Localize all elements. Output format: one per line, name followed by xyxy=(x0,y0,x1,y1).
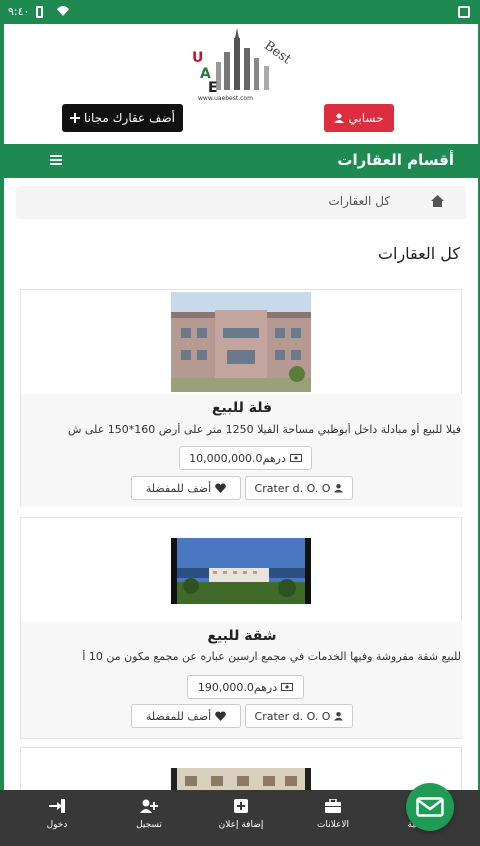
listing-card[interactable]: شقة للبيع للبيع شقة مفروشة وفيها الخدمات… xyxy=(20,517,463,739)
nav-register-label: تسجيل xyxy=(136,820,162,830)
price-badge: 10,000,000.0درهم xyxy=(179,446,312,470)
notification-icon xyxy=(458,6,470,18)
heart-icon xyxy=(215,711,226,721)
listing-description: للبيع شقة مفروشة وفيها الخدمات في مجمع ا… xyxy=(82,650,461,663)
logo-letter-e: E xyxy=(208,80,218,96)
listing-description: فيلا للبيع أو مبادلة داخل أبوظبي مساحة ا… xyxy=(67,423,461,436)
breadcrumb-current: كل العقارات xyxy=(328,194,390,208)
add-to-favorites-button[interactable]: أضف للمفضلة xyxy=(131,704,241,728)
price-badge: 190,000.0درهم xyxy=(187,675,304,699)
add-user-icon xyxy=(140,799,158,813)
nav-add-ad-label: إضافة إعلان xyxy=(218,820,264,830)
nav-ads-label: الاعلانات xyxy=(316,820,350,830)
price-value: 190,000.0درهم xyxy=(197,680,278,694)
price-value: 10,000,000.0درهم xyxy=(189,451,286,465)
navbar-title: أقسام العقارات xyxy=(337,151,454,169)
nav-login[interactable]: دخول xyxy=(22,798,92,830)
logo-letter-u: U xyxy=(192,50,203,66)
status-time: ٩:٤٠ xyxy=(8,5,30,18)
money-icon xyxy=(289,454,302,462)
user-icon xyxy=(334,113,345,123)
contact-fab[interactable] xyxy=(406,783,454,831)
logo-word: Best xyxy=(261,38,294,67)
listing-title[interactable]: فلة للبيع xyxy=(21,400,463,416)
briefcase-icon xyxy=(325,799,341,813)
add-property-button[interactable]: أضف عقارك مجانا xyxy=(62,104,183,132)
battery-icon xyxy=(36,6,43,18)
nav-login-label: دخول xyxy=(46,820,68,830)
nav-register[interactable]: تسجيل xyxy=(114,798,184,830)
owner-button[interactable]: Crater d. O. O xyxy=(245,704,353,728)
site-logo[interactable]: U A E Best www.uaebest.com xyxy=(180,28,300,104)
owner-button[interactable]: Crater d. O. O xyxy=(245,476,353,500)
categories-navbar: أقسام العقارات xyxy=(4,144,478,178)
login-icon xyxy=(49,799,65,813)
listing-card[interactable]: فلة للبيع فيلا للبيع أو مبادلة داخل أبوظ… xyxy=(20,289,463,507)
wifi-icon xyxy=(57,6,69,16)
favorite-label: أضف للمفضلة xyxy=(145,709,212,723)
account-button[interactable]: حسابي xyxy=(324,104,394,132)
plus-icon xyxy=(70,113,80,123)
mail-icon xyxy=(416,797,444,817)
nav-add-ad[interactable]: إضافة إعلان xyxy=(206,798,276,830)
user-icon xyxy=(334,711,344,721)
money-icon xyxy=(281,683,294,691)
plus-square-icon xyxy=(234,799,248,813)
owner-name: Crater d. O. O xyxy=(254,481,331,495)
nav-ads[interactable]: الاعلانات xyxy=(298,798,368,830)
status-bar: ٩:٤٠ xyxy=(0,0,480,24)
listing-title[interactable]: شقة للبيع xyxy=(21,628,463,644)
breadcrumb: كل العقارات xyxy=(16,186,466,219)
listing-photo[interactable] xyxy=(171,538,311,604)
home-icon[interactable] xyxy=(431,195,444,207)
page-title: كل العقارات xyxy=(377,244,460,263)
owner-name: Crater d. O. O xyxy=(254,709,331,723)
logo-site: www.uaebest.com xyxy=(198,95,253,102)
heart-icon xyxy=(215,483,226,493)
add-property-label: أضف عقارك مجانا xyxy=(84,111,175,125)
listing-photo[interactable] xyxy=(171,292,311,392)
favorite-label: أضف للمفضلة xyxy=(145,481,212,495)
account-label: حسابي xyxy=(348,111,384,125)
menu-icon[interactable] xyxy=(50,155,62,166)
user-icon xyxy=(334,483,344,493)
left-edge-bar xyxy=(0,24,4,790)
add-to-favorites-button[interactable]: أضف للمفضلة xyxy=(131,476,241,500)
